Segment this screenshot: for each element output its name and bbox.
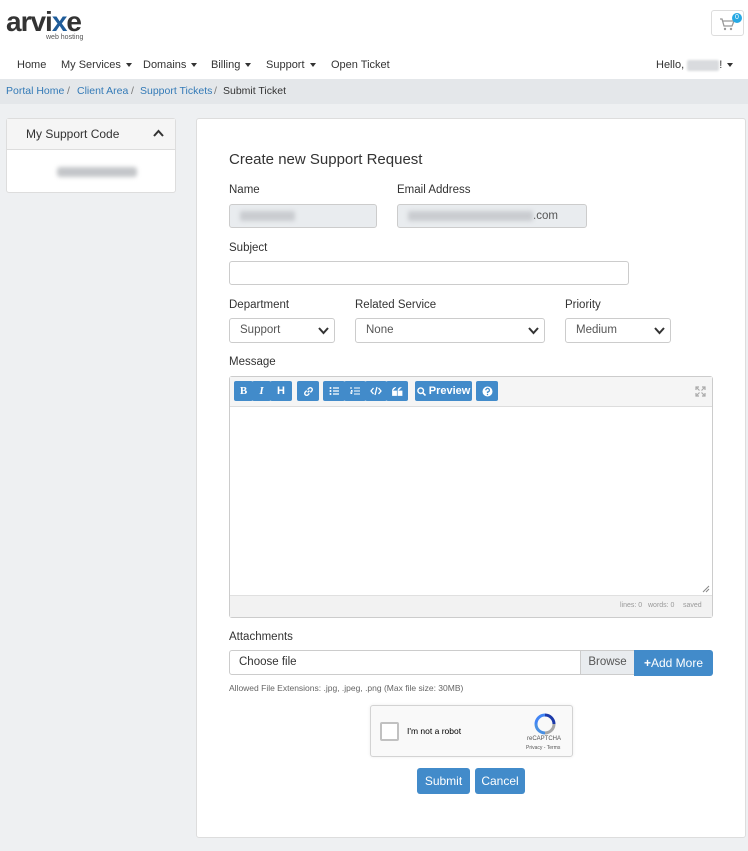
department-label: Department [229, 299, 290, 311]
page-title: Create new Support Request [229, 151, 423, 168]
related-service-select[interactable]: None [355, 318, 545, 343]
link-button[interactable] [297, 381, 319, 401]
arvixe-logo[interactable]: arvixe web hosting [6, 6, 86, 44]
main-nav: Home My Services Domains Billing Support… [0, 55, 748, 79]
chevron-down-icon [318, 327, 329, 335]
recaptcha-label: I'm not a robot [407, 726, 462, 736]
caret-down-icon [727, 63, 734, 68]
browse-button[interactable]: Browse [580, 650, 635, 675]
caret-down-icon [191, 63, 198, 68]
breadcrumb: Portal Home / Client Area / Support Tick… [0, 79, 748, 104]
caret-down-icon [125, 63, 132, 68]
code-icon [370, 386, 382, 396]
redacted-username [687, 59, 720, 71]
subject-input[interactable] [229, 261, 629, 285]
recaptcha-brand: reCAPTCHA [527, 736, 562, 742]
numbered-list-icon [349, 387, 360, 395]
nav-home[interactable]: Home [17, 59, 46, 71]
email-field: .com [397, 204, 587, 228]
site-header: arvixe web hosting 0 [0, 0, 748, 55]
subject-label: Subject [229, 242, 268, 254]
redacted-name [240, 210, 295, 221]
priority-label: Priority [565, 299, 601, 311]
name-field [229, 204, 377, 228]
chevron-down-icon [528, 327, 539, 335]
question-icon [482, 386, 492, 397]
support-code-panel: My Support Code [6, 118, 176, 193]
nav-support[interactable]: Support [266, 59, 316, 71]
italic-button[interactable]: I [252, 381, 271, 401]
help-button[interactable] [476, 381, 498, 401]
breadcrumb-submit-ticket: Submit Ticket [223, 85, 287, 97]
user-menu[interactable]: Hello, ! [656, 59, 734, 71]
save-status: saved [683, 602, 702, 609]
preview-button[interactable]: Preview [415, 381, 472, 401]
message-textarea[interactable] [230, 407, 712, 595]
message-label: Message [229, 356, 276, 368]
nav-open-ticket[interactable]: Open Ticket [331, 59, 390, 71]
recaptcha-widget: I'm not a robot reCAPTCHA Privacy - Term… [370, 705, 573, 757]
nav-my-services[interactable]: My Services [61, 59, 132, 71]
chevron-down-icon [654, 327, 665, 335]
redacted-support-code [57, 167, 137, 177]
breadcrumb-separator: / [214, 85, 217, 97]
bullet-list-button[interactable] [323, 381, 345, 401]
quote-button[interactable] [386, 381, 408, 401]
quote-icon [391, 386, 402, 396]
caret-down-icon [309, 63, 316, 68]
heading-button[interactable]: H [270, 381, 292, 401]
logo-tagline: web hosting [46, 34, 84, 41]
plus-icon: + [643, 656, 651, 670]
nav-billing[interactable]: Billing [211, 59, 252, 71]
breadcrumb-portal-home[interactable]: Portal Home [6, 85, 64, 97]
breadcrumb-support-tickets[interactable]: Support Tickets [140, 85, 212, 97]
editor-status-bar: lines: 0 words: 0 saved [230, 595, 712, 617]
cancel-button[interactable]: Cancel [475, 768, 525, 794]
add-more-button[interactable]: +Add More [634, 650, 713, 676]
related-service-label: Related Service [355, 299, 437, 311]
message-editor: B I H Preview lines: 0 words: 0 saved [229, 376, 713, 618]
link-icon [303, 386, 313, 396]
allowed-extensions-hint: Allowed File Extensions: .jpg, .jpeg, .p… [229, 683, 464, 693]
caret-down-icon [245, 63, 252, 68]
email-label: Email Address [397, 184, 471, 196]
resize-handle-icon[interactable] [702, 585, 710, 593]
numbered-list-button[interactable] [344, 381, 366, 401]
bold-button[interactable]: B [234, 381, 253, 401]
department-select[interactable]: Support [229, 318, 335, 343]
priority-select[interactable]: Medium [565, 318, 671, 343]
code-button[interactable] [365, 381, 387, 401]
cart-button[interactable]: 0 [711, 10, 744, 36]
editor-toolbar: B I H Preview [230, 377, 712, 407]
chevron-up-icon [153, 129, 164, 137]
attachments-label: Attachments [229, 631, 293, 643]
support-code-header[interactable]: My Support Code [7, 119, 175, 150]
file-input[interactable]: Choose file [229, 650, 581, 675]
support-code-title: My Support Code [26, 127, 120, 141]
breadcrumb-separator: / [131, 85, 134, 97]
nav-domains[interactable]: Domains [143, 59, 198, 71]
cart-count-badge: 0 [732, 13, 742, 23]
recaptcha-checkbox[interactable] [380, 722, 399, 741]
breadcrumb-separator: / [67, 85, 70, 97]
recaptcha-terms-link[interactable]: Privacy - Terms [526, 745, 560, 751]
recaptcha-logo-icon [534, 713, 556, 735]
breadcrumb-client-area[interactable]: Client Area [77, 85, 128, 97]
redacted-email [408, 210, 533, 221]
submit-button[interactable]: Submit [417, 768, 470, 794]
word-count: words: 0 [648, 602, 675, 609]
name-label: Name [229, 184, 260, 196]
fullscreen-icon[interactable] [695, 386, 706, 397]
bullet-list-icon [329, 387, 339, 396]
search-icon [416, 386, 426, 396]
line-count: lines: 0 [620, 602, 643, 609]
